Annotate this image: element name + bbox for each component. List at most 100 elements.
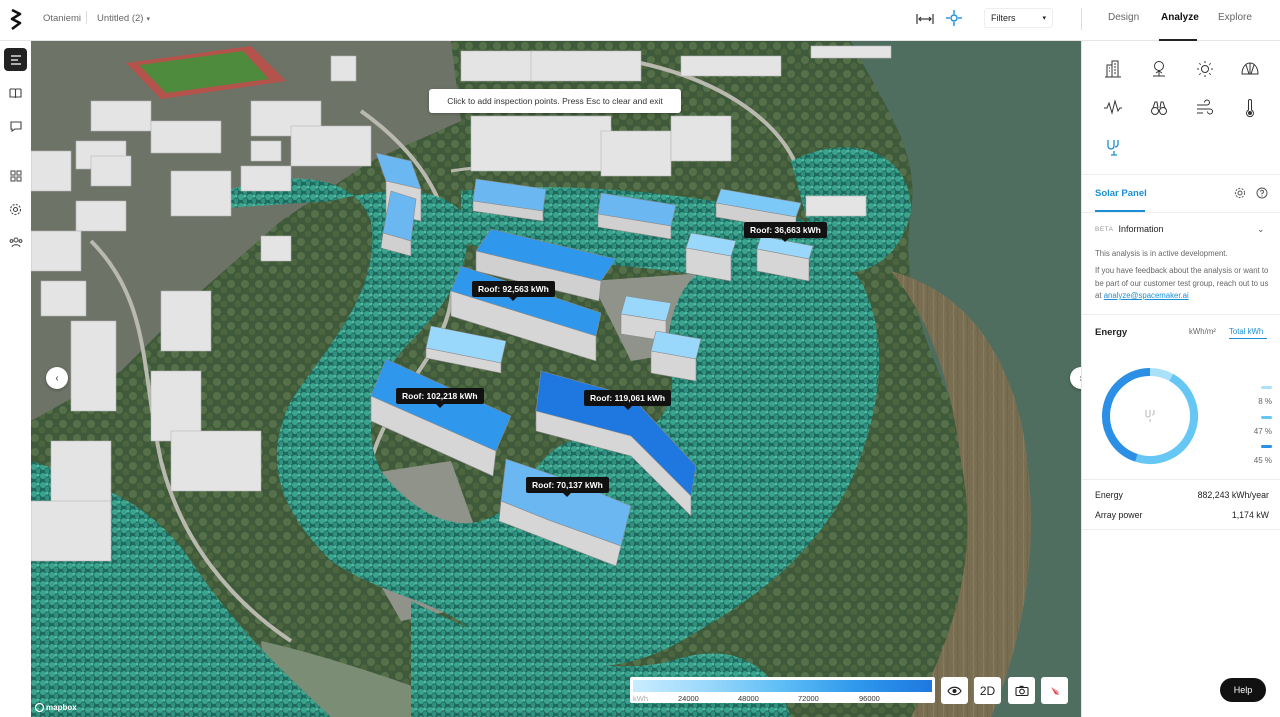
file-name-dropdown[interactable]: Untitled (2) ▾	[97, 13, 150, 24]
compass-button[interactable]	[1041, 677, 1068, 704]
beta-badge: BETA	[1095, 225, 1114, 233]
stat-value: 882,243 kWh/year	[1197, 490, 1269, 500]
stat-label: Array power	[1095, 510, 1143, 520]
sun-icon[interactable]	[1195, 59, 1215, 79]
team-button[interactable]	[4, 231, 27, 254]
compass-icon	[1050, 686, 1059, 695]
settings-icon[interactable]	[1234, 187, 1246, 199]
stat-value: 1,174 kW	[1231, 510, 1269, 520]
info-development-note: This analysis is in active development.	[1095, 249, 1228, 258]
toolbar-divider	[1081, 8, 1082, 30]
section-actions	[1234, 187, 1268, 199]
visibility-toggle-button[interactable]	[941, 677, 968, 704]
legend-tick: 48000	[738, 694, 759, 703]
comment-icon	[9, 121, 22, 132]
layers-panel-button[interactable]	[4, 48, 27, 71]
section-divider	[1082, 479, 1280, 480]
feedback-email-link[interactable]: analyze@spacemaker.ai	[1104, 291, 1189, 300]
help-button[interactable]: Help	[1220, 678, 1266, 702]
daylight-dome-icon[interactable]	[1240, 59, 1260, 79]
unit-active-indicator	[1229, 338, 1267, 339]
view-2d-toggle-button[interactable]: 2D	[974, 677, 1001, 704]
breakdown-percent: 45 %	[1253, 456, 1272, 465]
comments-button[interactable]	[4, 115, 27, 138]
stat-row-array-power: Array power 1,174 kW	[1095, 510, 1269, 520]
roof-energy-label: Roof: 36,663 kWh	[744, 222, 827, 242]
inspection-mode-toast: Click to add inspection points. Press Es…	[429, 89, 681, 113]
information-accordion-header[interactable]: BETA Information	[1095, 224, 1164, 234]
filters-dropdown[interactable]: Filters ▾	[984, 8, 1053, 28]
thermometer-icon[interactable]	[1240, 98, 1260, 118]
chevron-down-icon: ▾	[146, 16, 150, 23]
solar-panel-icon	[1145, 410, 1155, 422]
energy-section-title: Energy	[1095, 327, 1128, 338]
mapbox-logo-icon	[35, 703, 44, 712]
filters-label: Filters	[991, 13, 1016, 23]
legend-gradient-bar	[633, 680, 932, 692]
section-divider	[1082, 314, 1280, 315]
wind-icon[interactable]	[1195, 98, 1215, 118]
tree-sun-analysis-icon[interactable]	[1149, 59, 1169, 79]
roof-energy-label: Roof: 92,563 kWh	[472, 281, 555, 301]
tab-explore[interactable]: Explore	[1218, 12, 1252, 23]
top-bar: Otaniemi Untitled (2) ▾ Filters ▾ Design …	[0, 0, 1280, 41]
book-icon	[9, 88, 22, 98]
grid-icon	[10, 170, 21, 181]
legend-tick: 96000	[859, 694, 880, 703]
mapbox-label: mapbox	[46, 703, 77, 712]
map-viewport[interactable]: Click to add inspection points. Press Es…	[31, 41, 1081, 717]
view-binoculars-icon[interactable]	[1149, 98, 1169, 118]
tab-design[interactable]: Design	[1108, 12, 1139, 23]
noise-waveform-icon[interactable]	[1103, 98, 1123, 118]
people-icon	[9, 237, 22, 248]
gear-icon	[9, 203, 22, 216]
measure-tool-icon[interactable]	[915, 11, 935, 27]
energy-donut-chart	[1102, 368, 1198, 464]
breakdown-row: 47 %	[1232, 406, 1272, 436]
project-name[interactable]: Otaniemi	[43, 13, 81, 24]
spacemaker-logo-icon[interactable]	[9, 9, 23, 31]
section-divider	[1082, 174, 1280, 175]
legend-tick: 24000	[678, 694, 699, 703]
roof-energy-label: Roof: 119,061 kWh	[584, 390, 672, 410]
inspection-point-tool-icon[interactable]	[945, 9, 963, 27]
screenshot-button[interactable]	[1008, 677, 1035, 704]
roof-energy-label: Roof: 102,218 kWh	[396, 388, 484, 408]
roof-energy-label: Roof: 70,137 kWh	[526, 477, 609, 497]
app-root: Otaniemi Untitled (2) ▾ Filters ▾ Design …	[0, 0, 1280, 717]
section-divider	[1082, 529, 1280, 530]
legend-tick: 72000	[798, 694, 819, 703]
map-nav-left-button[interactable]: ‹	[46, 367, 68, 389]
mapbox-attribution[interactable]: mapbox	[35, 703, 77, 712]
chevron-down-icon[interactable]: ⌄	[1257, 224, 1265, 235]
donut-segment-2	[1135, 373, 1198, 464]
info-feedback-text: If you have feedback about the analysis …	[1095, 265, 1271, 303]
library-button[interactable]	[4, 82, 27, 105]
breadcrumb-divider	[86, 11, 87, 24]
settings-button[interactable]	[4, 198, 27, 221]
buildings-analysis-icon[interactable]	[1103, 59, 1123, 79]
help-circle-icon[interactable]	[1256, 187, 1268, 199]
analysis-panel: Solar Panel BETA Information ⌄ This anal…	[1081, 41, 1280, 717]
tab-analyze[interactable]: Analyze	[1161, 12, 1199, 23]
chevron-down-icon: ▾	[1042, 15, 1046, 22]
donut-segment-1	[1149, 368, 1174, 382]
left-rail	[0, 41, 31, 717]
legend-unit: kWh	[633, 694, 648, 703]
unit-tab-per-m2[interactable]: kWh/m²	[1189, 327, 1216, 336]
chevron-left-icon: ‹	[55, 372, 59, 384]
information-title: Information	[1118, 224, 1164, 234]
section-divider	[1082, 212, 1280, 213]
eye-icon	[947, 686, 962, 695]
breakdown-swatch	[1261, 445, 1272, 448]
terrain-3d-scene[interactable]	[31, 41, 1081, 717]
solar-panel-analysis-icon[interactable]	[1103, 137, 1123, 157]
energy-color-legend: kWh 24000 48000 72000 96000	[630, 677, 935, 703]
section-title[interactable]: Solar Panel	[1095, 188, 1147, 199]
unit-tab-total[interactable]: Total kWh	[1229, 327, 1263, 336]
dashboard-button[interactable]	[4, 164, 27, 187]
breakdown-row: 45 %	[1232, 435, 1272, 465]
breakdown-swatch	[1261, 416, 1272, 419]
breakdown-percent: 8 %	[1258, 397, 1272, 406]
stat-row-energy: Energy 882,243 kWh/year	[1095, 490, 1269, 500]
